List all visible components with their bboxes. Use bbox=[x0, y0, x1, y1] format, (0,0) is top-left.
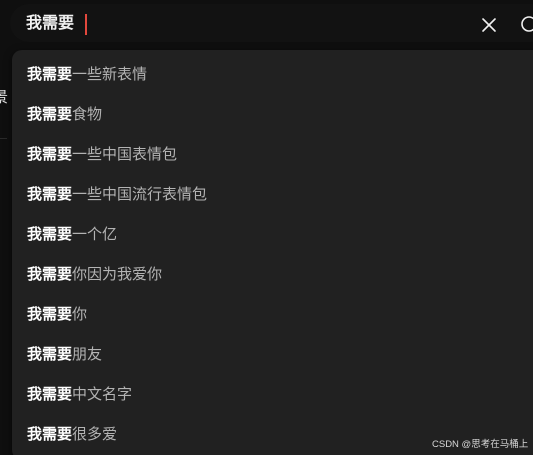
suggestion-item[interactable]: 我需要你 bbox=[12, 294, 533, 334]
watermark: CSDN @思考在马桶上 bbox=[432, 439, 529, 450]
suggestion-label: 我需要一些中国表情包 bbox=[27, 145, 178, 163]
suggestion-label: 我需要一个亿 bbox=[27, 225, 118, 243]
search-bar[interactable]: 我需要 bbox=[10, 4, 533, 42]
search-button[interactable] bbox=[518, 13, 533, 38]
background-partial-text: 景 bbox=[0, 88, 9, 106]
suggestion-item[interactable]: 我需要中文名字 bbox=[12, 374, 533, 414]
suggestion-label: 我需要很多爱 bbox=[27, 425, 118, 443]
suggestion-item[interactable]: 我需要一些中国流行表情包 bbox=[12, 174, 533, 214]
close-icon bbox=[482, 18, 496, 32]
clear-search-button[interactable] bbox=[479, 15, 499, 35]
suggestion-item[interactable]: 我需要你因为我爱你 bbox=[12, 254, 533, 294]
suggestion-label: 我需要中文名字 bbox=[27, 385, 133, 403]
search-suggestions-dropdown: 我需要一些新表情 我需要食物 我需要一些中国表情包 我需要一些中国流行表情包 我… bbox=[12, 50, 533, 455]
search-input[interactable]: 我需要 bbox=[26, 12, 74, 34]
suggestion-label: 我需要你 bbox=[27, 305, 88, 323]
suggestion-item[interactable]: 我需要食物 bbox=[12, 94, 533, 134]
youtube-search-page: 景 我需要 我需要一些新表情 我需要食物 我需要一些中国表情包 我需要一些中国流… bbox=[0, 0, 533, 455]
suggestion-item[interactable]: 我需要一个亿 bbox=[12, 214, 533, 254]
suggestion-label: 我需要食物 bbox=[27, 105, 103, 123]
background-divider bbox=[0, 138, 7, 139]
text-caret bbox=[85, 14, 87, 35]
suggestion-label: 我需要你因为我爱你 bbox=[27, 265, 163, 283]
suggestion-item[interactable]: 我需要朋友 bbox=[12, 334, 533, 374]
suggestion-item[interactable]: 我需要一些新表情 bbox=[12, 54, 533, 94]
suggestion-item[interactable]: 我需要一些中国表情包 bbox=[12, 134, 533, 174]
search-icon bbox=[521, 16, 533, 32]
suggestion-label: 我需要一些中国流行表情包 bbox=[27, 185, 208, 203]
suggestion-label: 我需要一些新表情 bbox=[27, 65, 148, 83]
suggestion-label: 我需要朋友 bbox=[27, 345, 103, 363]
